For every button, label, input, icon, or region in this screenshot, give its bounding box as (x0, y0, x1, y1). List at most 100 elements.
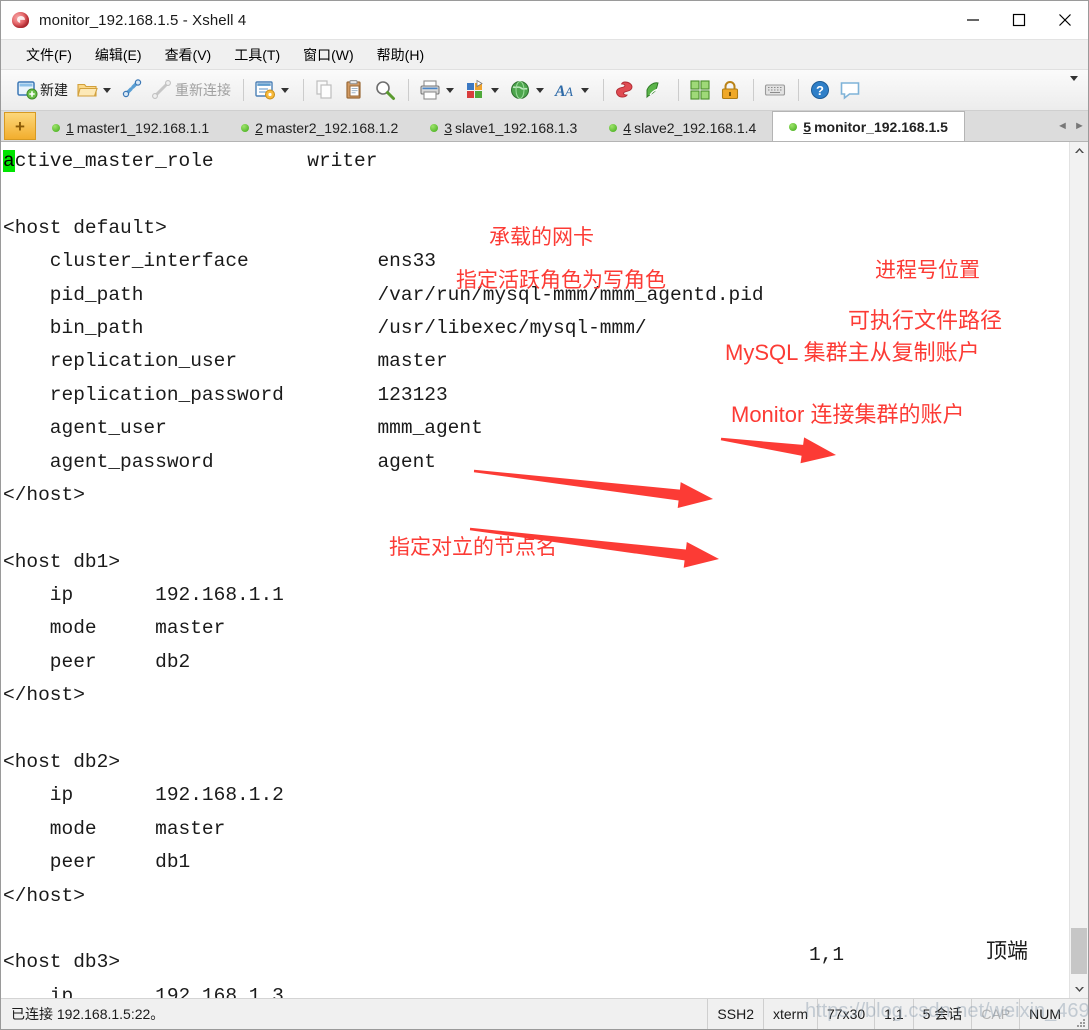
font-button[interactable]: A A (551, 74, 594, 106)
layout-button[interactable] (461, 74, 504, 106)
scrollbar-thumb[interactable] (1071, 928, 1087, 974)
menu-tools[interactable]: 工具(T) (225, 42, 289, 68)
terminal-scrollbar[interactable] (1069, 142, 1088, 998)
terminal-line (1, 713, 1069, 746)
terminal-line-text: cluster_interface ens33 (3, 250, 436, 273)
terminal-line: mode master (1, 813, 1069, 846)
terminal-line-text (3, 918, 15, 940)
terminal-line-text: replication_password 123123 (3, 383, 448, 406)
tab-master2[interactable]: 2 master2_192.168.1.2 (225, 115, 414, 141)
menu-window[interactable]: 窗口(W) (294, 42, 363, 68)
terminal-scroll-indicator: 顶端 (986, 942, 1028, 965)
tab-monitor[interactable]: 5 monitor_192.168.1.5 (772, 111, 965, 141)
scrollbar-down-arrow[interactable] (1070, 980, 1088, 998)
copy-button (311, 74, 339, 106)
toolbar-separator-6 (753, 79, 754, 101)
connect-button[interactable] (118, 74, 146, 106)
terminal-position-indicator: 1,1 (809, 944, 845, 966)
maximize-button[interactable] (996, 1, 1042, 39)
browser-button[interactable] (506, 74, 549, 106)
xftp-button[interactable] (641, 74, 669, 106)
tab-scroll-right-icon[interactable]: ► (1074, 120, 1085, 132)
scrollbar-up-arrow[interactable] (1070, 142, 1088, 160)
tab-label: slave1_192.168.1.3 (455, 120, 578, 136)
menu-help[interactable]: 帮助(H) (368, 42, 433, 68)
lock-button[interactable] (716, 74, 744, 106)
tab-number: 5 (803, 118, 812, 135)
window-controls (950, 1, 1088, 39)
toolbar-separator-7 (798, 79, 799, 101)
menu-view[interactable]: 查看(V) (156, 42, 221, 68)
terminal-line: active_master_role writer (1, 145, 1069, 178)
tab-label: master1_192.168.1.1 (76, 120, 210, 136)
terminal-line-text (3, 183, 15, 205)
xshell-button[interactable] (611, 74, 639, 106)
scrollbar-track[interactable] (1070, 160, 1088, 980)
new-session-label: 新建 (40, 82, 68, 98)
terminal-line-text: bin_path /usr/libexec/mysql-mmm/ (3, 316, 647, 339)
new-session-icon (16, 79, 38, 101)
tab-status-dot (789, 122, 798, 131)
plus-icon: + (15, 116, 25, 136)
open-session-dropdown-caret[interactable] (103, 87, 111, 93)
session-properties-dropdown-caret[interactable] (281, 87, 289, 93)
status-terminal-type: xterm (763, 999, 817, 1029)
open-session-button[interactable] (73, 74, 116, 106)
tab-status-dot (241, 124, 250, 132)
terminal-line-text: ip 192.168.1.1 (3, 584, 284, 607)
paste-button[interactable] (341, 74, 369, 106)
terminal-line: peer db2 (1, 646, 1069, 679)
menu-edit[interactable]: 编辑(E) (86, 42, 151, 68)
terminal-line: ip 192.168.1.3 (1, 980, 1069, 998)
printer-icon (419, 79, 441, 101)
new-session-button[interactable]: 新建 (13, 74, 71, 106)
paste-icon (344, 79, 366, 101)
menu-file[interactable]: 文件(F) (17, 42, 81, 68)
terminal-line: replication_password 123123 (1, 379, 1069, 412)
window-title: monitor_192.168.1.5 - Xshell 4 (39, 11, 247, 29)
tile-windows-button[interactable] (686, 74, 714, 106)
tab-master1[interactable]: 1 master1_192.168.1.1 (36, 115, 225, 141)
font-dropdown-caret[interactable] (581, 87, 589, 93)
tab-status-dot (609, 124, 618, 132)
print-button[interactable] (416, 74, 459, 106)
tab-slave1[interactable]: 3 slave1_192.168.1.3 (414, 115, 593, 141)
tab-number: 1 (66, 120, 74, 136)
terminal-line-text: ctive_master_role writer (14, 150, 378, 172)
terminal-line-text: mode master (3, 617, 226, 640)
toolbar-separator-3 (408, 79, 409, 101)
tab-label: monitor_192.168.1.5 (814, 118, 948, 135)
session-properties-button[interactable] (251, 74, 294, 106)
tab-scroll-left-icon[interactable]: ◄ (1057, 120, 1068, 132)
toolbar-overflow-button[interactable] (1070, 76, 1078, 99)
svg-text:A: A (564, 84, 573, 99)
status-size: 77x30 (817, 999, 874, 1029)
resize-grip[interactable] (1070, 998, 1088, 1030)
toolbar-separator-2 (303, 79, 304, 101)
terminal-line: bin_path /usr/libexec/mysql-mmm/ (1, 312, 1069, 345)
tab-slave2[interactable]: 4 slave2_192.168.1.4 (593, 115, 772, 141)
browser-dropdown-caret[interactable] (536, 87, 544, 93)
print-dropdown-caret[interactable] (446, 87, 454, 93)
terminal-line (1, 178, 1069, 211)
terminal-output[interactable]: active_master_role writer <host default>… (1, 142, 1069, 998)
terminal-line-text: agent_user mmm_agent (3, 417, 483, 440)
close-button[interactable] (1042, 1, 1088, 39)
xftp-icon (644, 79, 666, 101)
terminal-line-text: ip 192.168.1.3 (3, 984, 284, 998)
find-button[interactable] (371, 74, 399, 106)
tab-list: 1 master1_192.168.1.1 2 master2_192.168.… (36, 111, 1054, 141)
terminal-line-text: mode master (3, 817, 226, 840)
new-tab-button[interactable]: + (4, 112, 36, 140)
layout-dropdown-caret[interactable] (491, 87, 499, 93)
terminal-line: ip 192.168.1.1 (1, 579, 1069, 612)
feedback-button[interactable] (836, 74, 864, 106)
tab-bar: + 1 master1_192.168.1.1 2 master2_192.16… (1, 111, 1088, 142)
terminal-line-text: <host db3> (3, 951, 121, 974)
minimize-button[interactable] (950, 1, 996, 39)
terminal-line: <host db1> (1, 546, 1069, 579)
terminal-line-text (3, 718, 15, 740)
help-button[interactable]: ? (806, 74, 834, 106)
terminal-line: pid_path /var/run/mysql-mmm/mmm_agentd.p… (1, 279, 1069, 312)
search-icon (374, 79, 396, 101)
